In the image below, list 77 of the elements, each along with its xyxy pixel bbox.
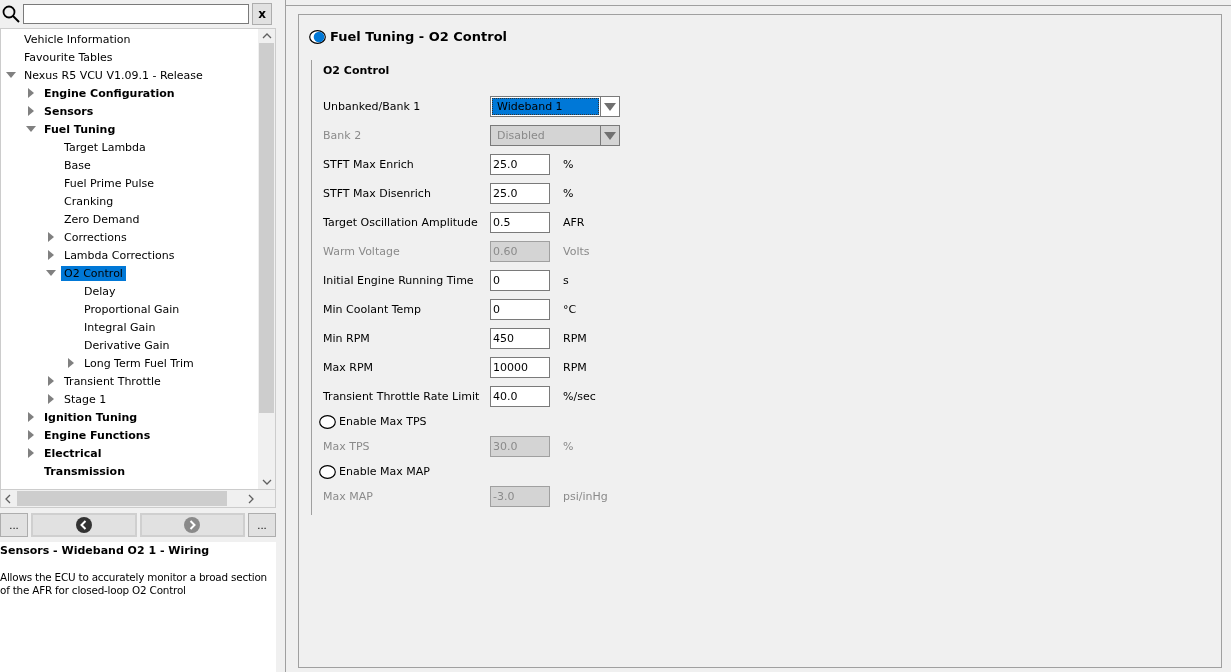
tree-item[interactable]: Sensors [41, 103, 97, 119]
tree-item[interactable]: Vehicle Information [21, 31, 134, 47]
page-toggle[interactable] [309, 29, 326, 44]
unit-label: %/sec [563, 390, 596, 403]
input-field[interactable]: 40.0 [490, 386, 550, 407]
unit-label: Volts [563, 245, 590, 258]
tree-item[interactable]: Ignition Tuning [41, 409, 141, 425]
field-label: Max MAP [323, 490, 374, 503]
field-label: Target Oscillation Amplitude [323, 216, 479, 229]
dropdown-arrow-icon [604, 102, 616, 111]
toggle-label: Enable Max TPS [339, 415, 427, 428]
field-label: Initial Engine Running Time [323, 274, 475, 287]
input-field[interactable]: 0 [490, 299, 550, 320]
tree-item[interactable]: Engine Configuration [41, 85, 178, 101]
tree-item[interactable]: Long Term Fuel Trim [81, 355, 197, 371]
unit-label: % [563, 187, 574, 200]
input-field[interactable]: 25.0 [490, 154, 550, 175]
toggle-label: Enable Max MAP [339, 465, 430, 478]
field-label: Max TPS [323, 440, 371, 453]
clear-search-button[interactable]: x [252, 3, 272, 25]
horizontal-scrollbar-thumb[interactable] [17, 491, 227, 506]
info-text: Allows the ECU to accurately monitor a broad section of the AFR for closed-loop O2 Control [0, 571, 268, 597]
input-field[interactable]: 0.5 [490, 212, 550, 233]
tree-item[interactable]: Lambda Corrections [61, 247, 178, 263]
page-title: Fuel Tuning - O2 Control [330, 29, 508, 44]
tree-item[interactable]: Zero Demand [61, 211, 143, 227]
tree-item[interactable]: Transient Throttle [61, 373, 164, 389]
input-field[interactable]: 25.0 [490, 183, 550, 204]
unit-label: psi/inHg [563, 490, 608, 503]
last-button[interactable]: ... [248, 513, 276, 537]
dropdown-arrow-icon [604, 131, 616, 140]
tree-item[interactable]: Cranking [61, 193, 117, 209]
tree-item[interactable]: Corrections [61, 229, 130, 245]
search-field[interactable] [23, 4, 249, 24]
field-label: Bank 2 [323, 129, 363, 142]
search-icon [2, 5, 20, 23]
unit-label: % [563, 158, 574, 171]
tree-item[interactable]: Fuel Tuning [41, 121, 119, 137]
tree-item[interactable]: Target Lambda [61, 139, 149, 155]
tree-item[interactable]: Engine Functions [41, 427, 154, 443]
field-label: Min Coolant Temp [323, 303, 423, 316]
toggle-switch[interactable] [319, 464, 336, 479]
tree-item[interactable]: Electrical [41, 445, 105, 461]
vertical-scrollbar-thumb[interactable] [259, 43, 274, 413]
field-label: Unbanked/Bank 1 [323, 100, 422, 113]
unit-label: RPM [563, 332, 587, 345]
tree-item[interactable]: Fuel Prime Pulse [61, 175, 157, 191]
tree-item[interactable]: Derivative Gain [81, 337, 173, 353]
field-label: Transient Throttle Rate Limit [323, 390, 481, 403]
unit-label: % [563, 440, 574, 453]
input-field[interactable]: 10000 [490, 357, 550, 378]
toggle-switch[interactable] [319, 414, 336, 429]
field-label: Min RPM [323, 332, 371, 345]
tree-item[interactable]: Integral Gain [81, 319, 159, 335]
input-field[interactable]: 450 [490, 328, 550, 349]
tree-item[interactable]: Favourite Tables [21, 49, 116, 65]
tree-item[interactable]: O2 Control [61, 265, 126, 281]
tree-item[interactable]: Delay [81, 283, 119, 299]
field-label: STFT Max Disenrich [323, 187, 432, 200]
tree-item[interactable]: Nexus R5 VCU V1.09.1 - Release [21, 67, 206, 83]
field-label: STFT Max Enrich [323, 158, 415, 171]
field-label: Warm Voltage [323, 245, 401, 258]
tree-item[interactable]: Base [61, 157, 94, 173]
back-button[interactable] [31, 513, 137, 537]
unit-label: s [563, 274, 569, 287]
unit-label: °C [563, 303, 577, 316]
tree-item[interactable]: Stage 1 [61, 391, 110, 407]
unit-label: RPM [563, 361, 587, 374]
first-button[interactable]: ... [0, 513, 28, 537]
tree-item[interactable]: Transmission [41, 463, 128, 479]
field-label: Max RPM [323, 361, 374, 374]
group-title: O2 Control [323, 64, 391, 77]
tree-item[interactable]: Proportional Gain [81, 301, 183, 317]
dropdown[interactable]: Wideband 1 [490, 96, 620, 117]
info-title: Sensors - Wideband O2 1 - Wiring [0, 544, 211, 557]
input-field[interactable]: 0 [490, 270, 550, 291]
unit-label: AFR [563, 216, 585, 229]
